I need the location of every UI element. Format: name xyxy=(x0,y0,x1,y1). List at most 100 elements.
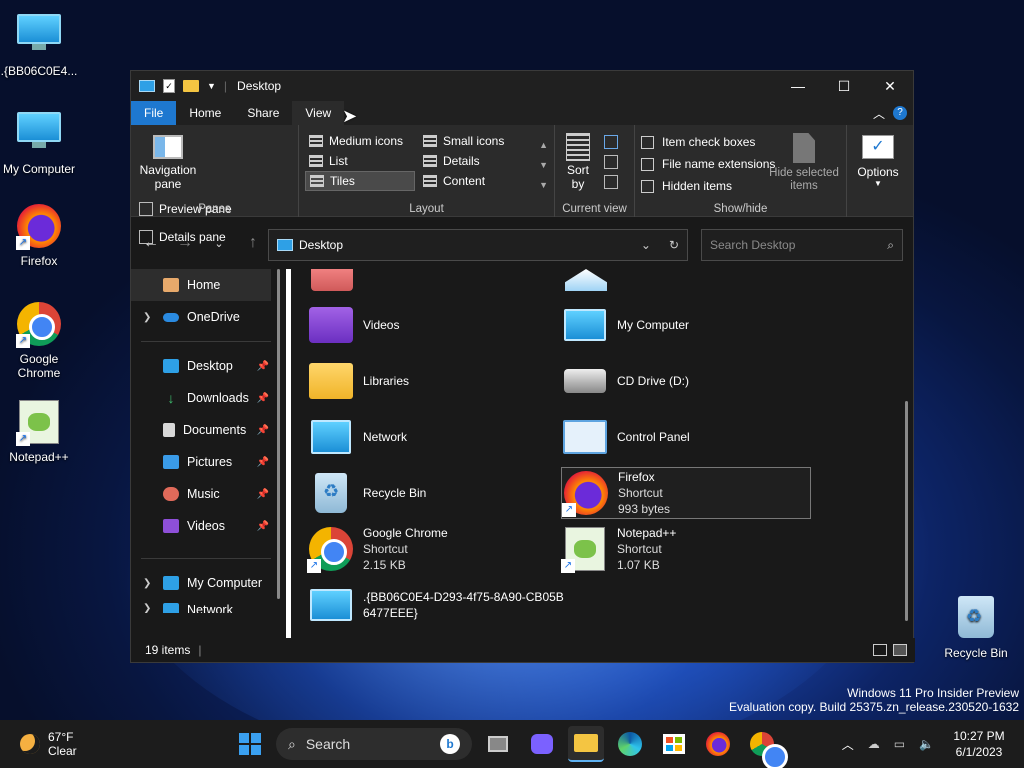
desktop-icon-notepadpp[interactable]: ↗ Notepad++ xyxy=(0,400,78,464)
list-item[interactable]: CD Drive (D:) xyxy=(561,355,811,407)
sidebar-item-pictures[interactable]: Pictures 📌 xyxy=(131,446,281,478)
list-item[interactable]: ↗ Firefox Shortcut 993 bytes xyxy=(561,467,811,519)
minimize-button[interactable]: — xyxy=(775,71,821,101)
file-name-extensions-checkbox[interactable]: File name extensions xyxy=(641,153,775,175)
tab-share[interactable]: Share xyxy=(234,101,292,125)
layout-medium-icons[interactable]: Medium icons xyxy=(305,131,415,151)
sidebar-item-onedrive[interactable]: ❯ OneDrive xyxy=(131,301,281,333)
cloud-offline-icon[interactable]: ☁ xyxy=(868,737,880,751)
firefox-taskbar-button[interactable] xyxy=(700,726,736,762)
list-item[interactable]: Control Panel xyxy=(561,411,811,463)
list-item[interactable]: ↗ Notepad++ Shortcut 1.07 KB xyxy=(561,523,811,575)
teams-chat-button[interactable] xyxy=(524,726,560,762)
desktop-icon-recycle-bin[interactable]: Recycle Bin xyxy=(936,596,1016,660)
layout-small-icons[interactable]: Small icons xyxy=(419,131,529,151)
options-button[interactable]: ✓ Options ▼ xyxy=(853,135,903,188)
sidebar-item-my-computer[interactable]: ❯ My Computer xyxy=(131,567,281,599)
hide-selected-items-button[interactable]: Hide selected items xyxy=(766,133,842,193)
show-hidden-icons-icon[interactable]: ︿ xyxy=(842,736,854,753)
new-folder-icon[interactable] xyxy=(183,80,199,92)
control-panel-icon xyxy=(561,413,609,461)
item-name: Libraries xyxy=(363,374,410,388)
layout-list[interactable]: List xyxy=(305,151,415,171)
chevron-right-icon[interactable]: ❯ xyxy=(143,603,151,613)
sidebar-scrollbar[interactable] xyxy=(277,269,280,599)
layout-tiles[interactable]: Tiles xyxy=(305,171,415,191)
customize-dropdown-icon[interactable]: ▼ xyxy=(207,81,216,91)
desktop-icon-guid[interactable]: .{BB06C0E4... xyxy=(0,8,78,78)
list-item[interactable]: Libraries xyxy=(307,355,557,407)
content-scrollbar[interactable] xyxy=(905,401,908,621)
desktop-icon-my-computer[interactable]: My Computer xyxy=(0,106,78,176)
navigation-pane-button[interactable]: Navigation pane xyxy=(137,135,199,191)
search-box[interactable]: Search Desktop ⌕ xyxy=(701,229,903,261)
file-explorer-taskbar-button[interactable] xyxy=(568,726,604,762)
sidebar-item-documents[interactable]: Documents 📌 xyxy=(131,414,281,446)
sidebar-item-desktop[interactable]: Desktop 📌 xyxy=(131,350,281,382)
chrome-icon xyxy=(750,732,788,768)
task-view-button[interactable] xyxy=(480,726,516,762)
list-item[interactable]: My Computer xyxy=(561,299,811,351)
pin-icon: 📌 xyxy=(256,392,269,404)
desktop-icon-firefox[interactable]: ↗ Firefox xyxy=(0,204,78,268)
bing-icon: b xyxy=(440,734,460,754)
network-status-icon[interactable]: ▭ xyxy=(894,737,905,751)
add-columns-icon[interactable] xyxy=(604,155,619,169)
group-label: Panes xyxy=(198,203,231,215)
maximize-button[interactable]: ☐ xyxy=(821,71,867,101)
music-folder-icon[interactable] xyxy=(311,269,353,291)
clock[interactable]: 10:27 PM 6/1/2023 xyxy=(948,728,1010,760)
volume-icon[interactable]: 🔈 xyxy=(919,737,934,751)
group-by-icon[interactable] xyxy=(604,135,619,149)
list-item[interactable]: Videos xyxy=(307,299,557,351)
large-icons-view-icon[interactable] xyxy=(893,644,907,656)
properties-icon[interactable]: ✓ xyxy=(163,79,175,93)
close-button[interactable]: ✕ xyxy=(867,71,913,101)
chevron-right-icon[interactable]: ❯ xyxy=(143,312,151,323)
weather-widget[interactable]: 67°F Clear xyxy=(0,730,230,758)
sidebar-label: Videos xyxy=(187,519,225,533)
details-pane-button[interactable]: Details pane xyxy=(139,225,232,249)
sidebar-item-home[interactable]: Home xyxy=(131,269,271,301)
sidebar-item-network[interactable]: ❯ Network xyxy=(131,599,281,613)
list-item[interactable]: .{BB06C0E4-D293-4f75-8A90-CB05B 6477EEE} xyxy=(307,579,607,631)
layout-details[interactable]: Details xyxy=(419,151,529,171)
home-icon xyxy=(163,278,179,292)
item-name: Videos xyxy=(363,318,400,332)
refresh-icon[interactable]: ↻ xyxy=(669,238,679,252)
chevron-right-icon[interactable]: ❯ xyxy=(143,578,151,589)
sidebar-item-music[interactable]: Music 📌 xyxy=(131,478,281,510)
list-item[interactable]: Network xyxy=(307,411,557,463)
sort-by-button[interactable]: Sort by xyxy=(561,133,595,191)
layout-label: Small icons xyxy=(443,134,505,148)
edge-taskbar-button[interactable] xyxy=(612,726,648,762)
tab-file[interactable]: File xyxy=(131,101,177,125)
list-item[interactable]: Recycle Bin xyxy=(307,467,557,519)
up-arrow-icon[interactable]: ↑ xyxy=(243,234,263,252)
desktop-icon-chrome[interactable]: ↗ Google Chrome xyxy=(0,302,78,380)
layout-content[interactable]: Content xyxy=(419,171,529,191)
store-taskbar-button[interactable] xyxy=(656,726,692,762)
sidebar-item-downloads[interactable]: ↓ Downloads 📌 xyxy=(131,382,281,414)
address-bar[interactable]: Desktop ⌄ ↻ xyxy=(268,229,688,261)
size-columns-icon[interactable] xyxy=(604,175,619,189)
cd-drive-icon xyxy=(561,357,609,405)
sidebar-label: Network xyxy=(187,603,233,613)
pane-divider[interactable] xyxy=(286,269,291,639)
taskbar-search[interactable]: ⌕ Search b xyxy=(276,728,472,760)
address-dropdown-icon[interactable]: ⌄ xyxy=(641,238,651,252)
details-view-icon[interactable] xyxy=(873,644,887,656)
pictures-folder-icon[interactable] xyxy=(565,269,607,291)
item-check-boxes-checkbox[interactable]: Item check boxes xyxy=(641,131,775,153)
help-icon[interactable]: ? xyxy=(893,106,907,120)
start-button[interactable] xyxy=(232,726,268,762)
list-item[interactable]: ↗ Google Chrome Shortcut 2.15 KB xyxy=(307,523,557,575)
tab-view[interactable]: View xyxy=(292,101,345,125)
chrome-taskbar-button[interactable] xyxy=(744,726,788,768)
layout-scroll-icon[interactable]: ▲ ▼ ▼ xyxy=(539,135,548,195)
hidden-items-checkbox[interactable]: Hidden items xyxy=(641,175,775,197)
item-size: 993 bytes xyxy=(618,502,671,516)
collapse-ribbon-icon[interactable]: ︿ xyxy=(873,105,885,122)
tab-home[interactable]: Home xyxy=(176,101,234,125)
sidebar-item-videos[interactable]: Videos 📌 xyxy=(131,510,281,542)
